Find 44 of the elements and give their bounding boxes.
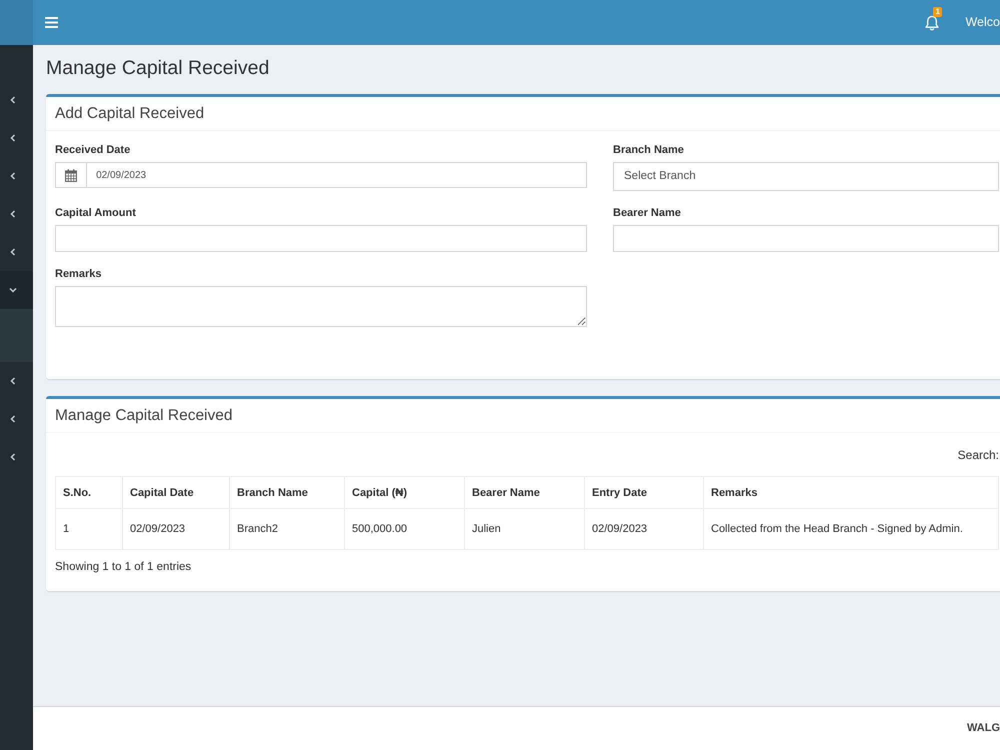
page-title: Manage Capital Received xyxy=(46,57,270,80)
input-field[interactable] xyxy=(613,225,999,252)
column-header[interactable]: Capital Date xyxy=(122,476,230,509)
column-header[interactable]: Bearer Name xyxy=(464,476,584,509)
card-title: Add Capital Received xyxy=(55,105,206,122)
column-header[interactable]: Branch Name xyxy=(230,476,344,509)
field-label: Received Date xyxy=(55,143,132,158)
chevron-down-icon[interactable] xyxy=(9,286,17,294)
field-label: Capital Amount xyxy=(55,206,137,220)
table-cell: 02/09/2023 xyxy=(122,508,230,550)
column-header[interactable]: Remarks xyxy=(704,476,998,509)
bell-icon[interactable] xyxy=(925,14,940,30)
chevron-left-icon[interactable] xyxy=(9,172,17,180)
field-label: Remarks xyxy=(55,267,102,282)
table-cell: Collected from the Head Branch - Signed by Admin. xyxy=(704,508,998,550)
table-cell: 1 xyxy=(56,508,122,550)
chevron-left-icon[interactable] xyxy=(9,453,17,461)
field-label: Branch Name xyxy=(613,143,685,158)
table-info-text: Showing 1 to 1 of 1 entries xyxy=(55,560,192,576)
chevron-left-icon[interactable] xyxy=(9,248,17,256)
card-title: Manage Capital Received xyxy=(55,407,234,424)
table-cell: Branch2 xyxy=(230,508,344,550)
chevron-left-icon[interactable] xyxy=(9,377,17,385)
chevron-left-icon[interactable] xyxy=(9,415,17,423)
submenu-panel xyxy=(0,309,33,362)
table-cell: 02/09/2023 xyxy=(584,508,704,550)
chevron-left-icon[interactable] xyxy=(9,96,17,104)
logo-area xyxy=(0,0,33,45)
menu-icon[interactable] xyxy=(45,17,58,28)
chevron-left-icon[interactable] xyxy=(9,134,17,142)
field-label: Bearer Name xyxy=(613,206,682,220)
calendar-icon xyxy=(65,168,78,182)
notification-badge: 1 xyxy=(933,6,942,16)
table-cell: Julien xyxy=(464,508,584,550)
search-label: Search: xyxy=(958,447,999,464)
column-header[interactable]: Entry Date xyxy=(584,476,704,509)
chevron-left-icon[interactable] xyxy=(9,210,17,218)
footer-text: WALG xyxy=(967,721,1000,736)
branch-select[interactable]: Select Branch xyxy=(613,162,999,192)
column-header[interactable]: S.No. xyxy=(56,476,122,509)
table-cell: 500,000.00 xyxy=(344,508,464,550)
welcome-text: Welco xyxy=(965,14,1000,32)
column-header[interactable]: Capital (₦) xyxy=(344,476,464,509)
input-field[interactable] xyxy=(55,225,587,252)
